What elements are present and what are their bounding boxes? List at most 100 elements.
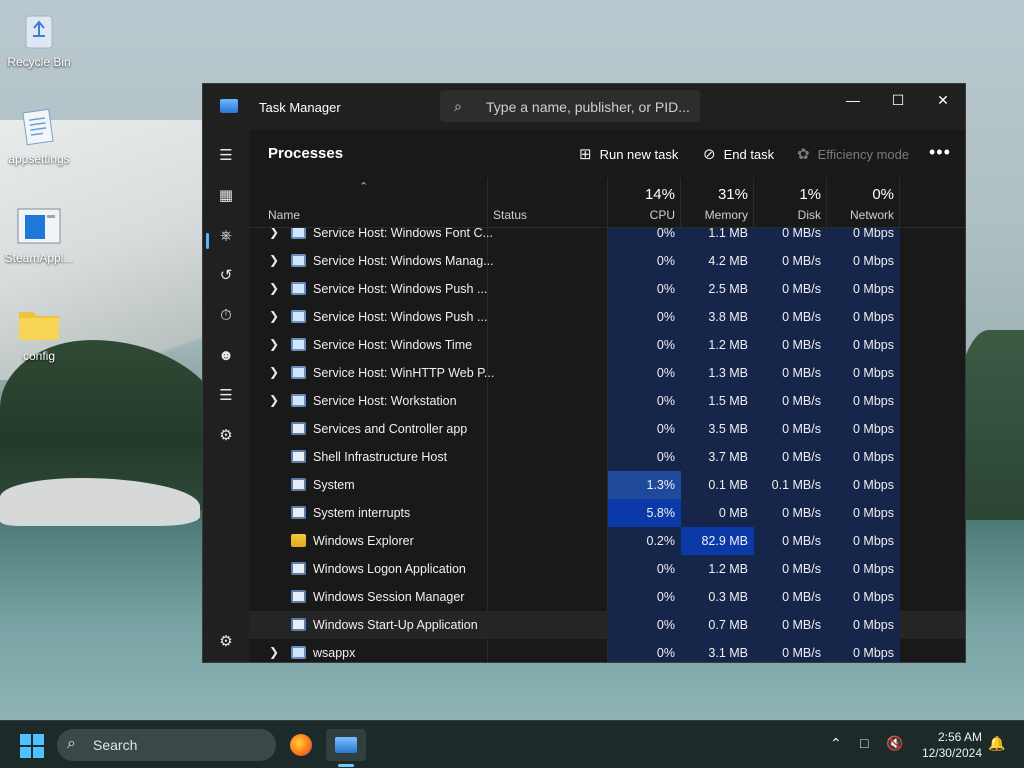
efficiency-mode-button[interactable]: ✿ Efficiency mode — [797, 145, 909, 163]
run-task-icon: ⊞ — [579, 146, 592, 163]
memory-total-percent[interactable]: 31% — [681, 186, 748, 203]
column-header-name[interactable]: Name — [268, 208, 300, 222]
process-name: Service Host: Windows Font C... — [313, 228, 493, 240]
table-row[interactable]: Shell Infrastructure Host 0% 3.7 MB 0 MB/s 0… — [249, 443, 965, 471]
taskbar-search-box[interactable]: ⌕ Search — [57, 729, 276, 761]
table-row[interactable]: ❯ Service Host: Windows Push ... 0% 3.8 MB 0… — [249, 303, 965, 331]
startup-apps-icon[interactable]: ⏱ — [215, 304, 237, 326]
cpu-cell: 0% — [608, 228, 681, 247]
settings-icon[interactable]: ⚙ — [215, 630, 237, 652]
table-row[interactable]: Windows Logon Application 0% 1.2 MB 0 MB/s 0… — [249, 555, 965, 583]
clock[interactable]: 2:56 AM 12/30/2024 — [912, 729, 982, 761]
column-header-memory[interactable]: Memory — [681, 208, 748, 222]
chevron-right-icon[interactable]: ❯ — [269, 365, 279, 379]
table-row[interactable]: System interrupts 5.8% 0 MB 0 MB/s 0 Mbps — [249, 499, 965, 527]
cpu-cell: 0% — [608, 555, 681, 583]
navigation-rail: ☰ ▦ ⎈ ↺ ⏱ ☻ ☰ ⚙ ⚙ — [203, 130, 249, 662]
firefox-taskbar-button[interactable] — [281, 729, 321, 761]
chevron-right-icon[interactable]: ❯ — [269, 281, 279, 295]
column-header-disk[interactable]: Disk — [754, 208, 821, 222]
table-row[interactable]: ❯ Service Host: Windows Manag... 0% 4.2 MB 0… — [249, 247, 965, 275]
table-row[interactable]: ❯ Service Host: Windows Time 0% 1.2 MB 0 MB/… — [249, 331, 965, 359]
clock-time: 2:56 AM — [937, 730, 982, 744]
desktop-icon-recycle-bin[interactable]: Recycle Bin — [1, 8, 77, 69]
cpu-cell: 0% — [608, 275, 681, 303]
table-row[interactable]: ❯ Service Host: Workstation 0% 1.5 MB 0 MB/s… — [249, 387, 965, 415]
chevron-right-icon[interactable]: ❯ — [269, 645, 279, 659]
chevron-right-icon[interactable]: ❯ — [269, 393, 279, 407]
disk-cell: 0 MB/s — [754, 331, 827, 359]
run-new-task-button[interactable]: ⊞ Run new task — [579, 145, 678, 163]
chevron-up-icon[interactable]: ⌃ — [830, 735, 842, 752]
table-row[interactable]: ❯ wsappx 0% 3.1 MB 0 MB/s 0 Mbps — [249, 639, 965, 662]
network-cell: 0 Mbps — [827, 387, 900, 415]
memory-cell: 0.3 MB — [681, 583, 754, 611]
table-row[interactable]: Windows Session Manager 0% 0.3 MB 0 MB/s 0 M… — [249, 583, 965, 611]
end-task-button[interactable]: ⊘ End task — [703, 145, 774, 163]
chevron-right-icon[interactable]: ❯ — [269, 228, 279, 239]
cpu-total-percent[interactable]: 14% — [608, 186, 675, 203]
disk-cell: 0 MB/s — [754, 228, 827, 247]
network-cell: 0 Mbps — [827, 611, 900, 639]
task-manager-window: Task Manager ⌕ Type a name, publisher, o… — [202, 83, 966, 663]
column-header-status[interactable]: Status — [493, 208, 527, 222]
cpu-cell: 0% — [608, 639, 681, 662]
cpu-cell: 0% — [608, 331, 681, 359]
cpu-cell: 0% — [608, 247, 681, 275]
task-manager-icon — [335, 737, 357, 753]
chevron-right-icon[interactable]: ❯ — [269, 253, 279, 267]
process-icon — [291, 562, 306, 575]
performance-icon[interactable]: ⎈ — [215, 224, 237, 246]
close-button[interactable]: ✕ — [920, 84, 965, 116]
app-window-icon — [17, 204, 61, 248]
table-row[interactable]: Windows Explorer 0.2% 82.9 MB 0 MB/s 0 Mbps — [249, 527, 965, 555]
app-history-icon[interactable]: ↺ — [215, 264, 237, 286]
desktop-icon-label: config — [22, 349, 56, 363]
process-icon — [291, 450, 306, 463]
desktop-icon-config[interactable]: config — [1, 302, 77, 363]
process-table-body: ❯ Service Host: Windows Font C... 0% 1.1 MB… — [249, 228, 965, 662]
processes-page: Processes ⊞ Run new task ⊘ End task ✿ Ef… — [249, 130, 965, 662]
table-row[interactable]: ❯ Service Host: WinHTTP Web P... 0% 1.3 MB 0… — [249, 359, 965, 387]
memory-cell: 1.2 MB — [681, 331, 754, 359]
processes-icon[interactable]: ▦ — [215, 184, 237, 206]
hamburger-menu-icon[interactable]: ☰ — [215, 144, 237, 166]
title-bar[interactable]: Task Manager ⌕ Type a name, publisher, o… — [203, 84, 965, 130]
windows-start-icon[interactable] — [20, 734, 44, 758]
process-search-box[interactable]: ⌕ Type a name, publisher, or PID... — [440, 90, 700, 122]
column-header-cpu[interactable]: CPU — [608, 208, 675, 222]
disk-total-percent[interactable]: 1% — [754, 186, 821, 203]
table-row[interactable]: ❯ Service Host: Windows Font C... 0% 1.1 MB… — [249, 228, 965, 247]
process-name: Services and Controller app — [313, 422, 468, 436]
column-header-network[interactable]: Network — [827, 208, 894, 222]
table-row[interactable]: System 1.3% 0.1 MB 0.1 MB/s 0 Mbps — [249, 471, 965, 499]
users-icon[interactable]: ☻ — [215, 344, 237, 366]
services-icon[interactable]: ⚙ — [215, 424, 237, 446]
task-manager-taskbar-button[interactable] — [326, 729, 366, 761]
process-icon — [291, 618, 306, 631]
leaf-icon: ✿ — [797, 146, 810, 163]
chevron-right-icon[interactable]: ❯ — [269, 337, 279, 351]
process-icon — [291, 310, 306, 323]
desktop-icon-appsettings[interactable]: appsettings — [1, 105, 77, 166]
table-row[interactable]: Windows Start-Up Application 0% 0.7 MB 0 MB… — [249, 611, 965, 639]
desktop-icon-steamappl[interactable]: SteamAppl... — [1, 204, 77, 265]
search-icon: ⌕ — [67, 735, 76, 752]
notifications-bell-icon[interactable]: 🔔 — [988, 735, 1005, 752]
table-row[interactable]: ❯ Service Host: Windows Push ... 0% 2.5 MB 0… — [249, 275, 965, 303]
network-total-percent[interactable]: 0% — [827, 186, 894, 203]
memory-cell: 1.2 MB — [681, 555, 754, 583]
more-options-button[interactable]: ••• — [929, 142, 951, 163]
process-icon — [291, 534, 306, 547]
cpu-cell: 0% — [608, 359, 681, 387]
disk-cell: 0.1 MB/s — [754, 471, 827, 499]
network-icon[interactable]: □ — [860, 735, 868, 751]
details-icon[interactable]: ☰ — [215, 384, 237, 406]
volume-muted-icon[interactable]: 🔇 — [886, 735, 903, 752]
table-row[interactable]: Services and Controller app 0% 3.5 MB 0 MB/… — [249, 415, 965, 443]
maximize-button[interactable]: ☐ — [875, 84, 921, 116]
chevron-right-icon[interactable]: ❯ — [269, 309, 279, 323]
process-icon — [291, 394, 306, 407]
process-name: Service Host: Workstation — [313, 394, 457, 408]
minimize-button[interactable]: — — [830, 84, 876, 116]
